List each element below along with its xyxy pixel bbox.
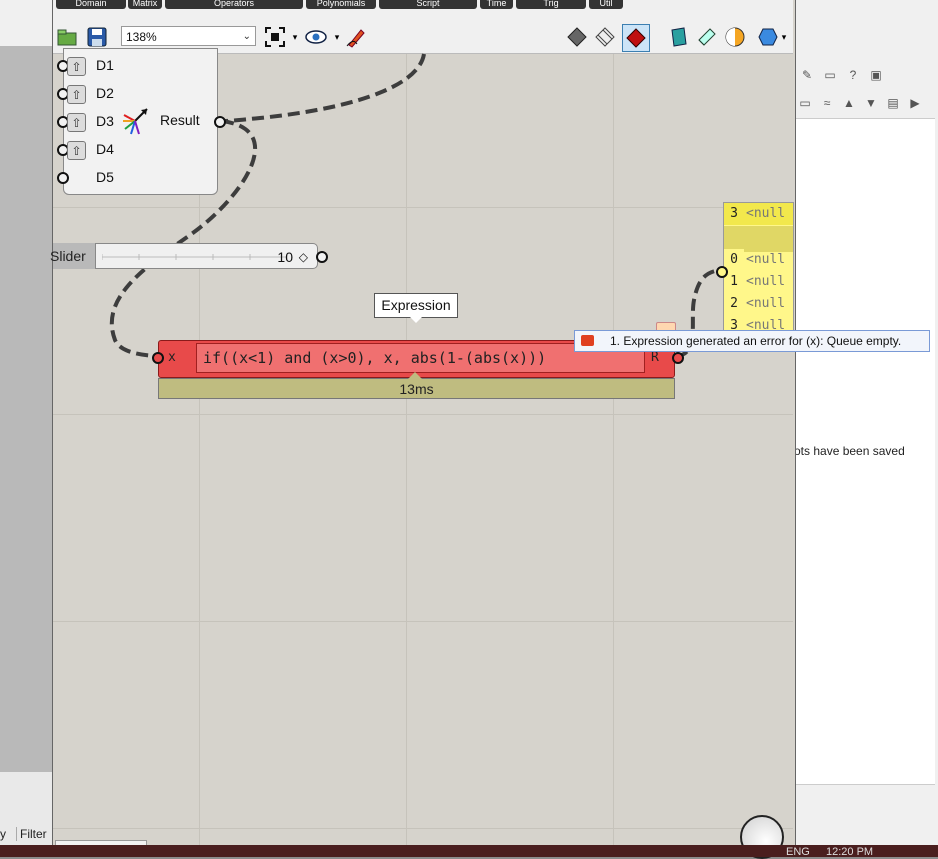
panel-row: 1 <null [724,271,793,293]
input-label: D1 [96,57,114,73]
slider-name: Slider [50,243,95,269]
panel-value: <null [746,274,786,289]
panel-header-row: 3 <null [724,203,793,225]
output-port[interactable] [316,251,328,263]
input-d4[interactable]: ⇧ D4 [57,137,214,163]
output-port[interactable] [214,116,226,128]
panel-list: 0 <null 1 <null 2 <null 3 <null [724,249,793,333]
input-x-label: x [168,350,176,365]
input-label: D2 [96,85,114,101]
panel-row: 0 <null [724,249,793,271]
panel-index: 3 [724,203,744,225]
slider-grip-icon[interactable]: ◇ [299,250,308,264]
panel-row: 2 <null [724,293,793,315]
panel-value: <null [746,252,786,267]
output-r-label: R [651,350,659,365]
color-splash-icon [121,105,153,137]
output-label: Result [160,112,200,128]
input-label: D4 [96,141,114,157]
output-port[interactable] [672,352,684,364]
profiler-notch [408,372,422,379]
arrow-up-icon[interactable]: ⇧ [67,113,86,132]
input-d5[interactable]: D5 [57,165,214,191]
panel-value: <null [746,296,786,311]
input-port[interactable] [57,172,69,184]
slider-track[interactable]: 10 ◇ [95,243,318,269]
number-slider[interactable]: Slider 10 ◇ [50,243,320,269]
arrow-up-icon[interactable]: ⇧ [67,85,86,104]
input-port[interactable] [716,266,728,278]
wire-result-up [221,53,426,123]
profiler-time: 13ms [158,378,675,399]
panel-index: 2 [724,293,744,315]
clock[interactable]: 12:20 PM [826,846,873,858]
input-port[interactable] [152,352,164,364]
error-message: 1. Expression generated an error for (x)… [610,334,902,348]
error-icon [581,335,594,346]
panel-value: <null [746,206,786,221]
input-label: D3 [96,113,114,129]
arrow-up-icon[interactable]: ⇧ [67,57,86,76]
arrow-up-icon[interactable]: ⇧ [67,141,86,160]
input-d2[interactable]: ⇧ D2 [57,81,214,107]
input-label: D5 [96,169,114,185]
slider-value: 10 [277,249,293,265]
language-indicator[interactable]: ENG [786,846,810,858]
input-d1[interactable]: ⇧ D1 [57,53,214,79]
tooltip-pointer [408,315,424,323]
